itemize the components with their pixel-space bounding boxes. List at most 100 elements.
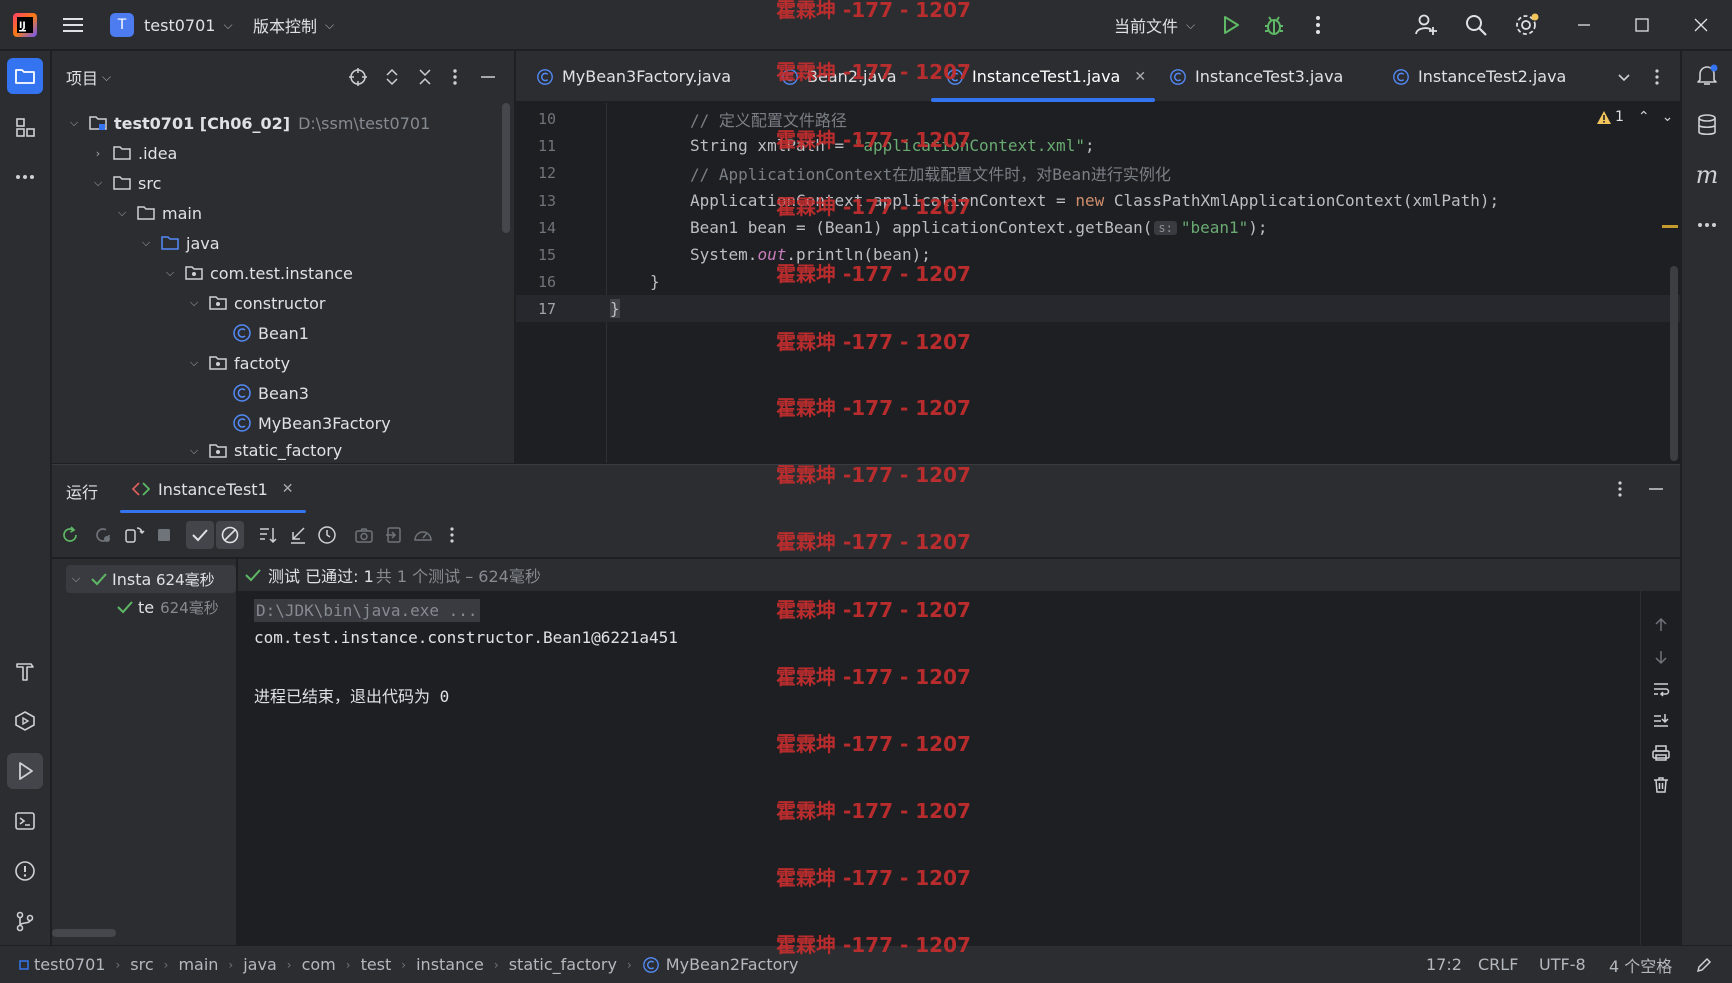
tree-item-mybean3factory[interactable]: MyBean3Factory xyxy=(226,408,391,438)
chevron-down-icon[interactable]: ⌵ xyxy=(68,572,84,586)
soft-wrap-icon[interactable] xyxy=(1651,679,1671,699)
tab-instancetest2[interactable]: InstanceTest2.java xyxy=(1392,51,1566,102)
test-suite-row[interactable]: ⌵ Insta 624毫秒 xyxy=(66,565,236,593)
locate-target-icon[interactable] xyxy=(348,67,368,87)
close-window-icon[interactable] xyxy=(1693,0,1709,50)
settings-gear-icon[interactable] xyxy=(1514,0,1540,50)
rerun-failed-icon[interactable] xyxy=(89,521,117,549)
problems-icon[interactable] xyxy=(7,853,43,889)
tree-item-bean3[interactable]: Bean3 xyxy=(226,378,309,408)
chevron-down-icon[interactable]: ⌵ xyxy=(138,236,154,250)
test-tree-scrollbar[interactable] xyxy=(52,929,116,937)
warning-stripe-marker[interactable] xyxy=(1662,225,1678,228)
breadcrumb-item[interactable]: main xyxy=(178,955,218,974)
toggle-auto-test-icon[interactable] xyxy=(120,521,148,549)
test-case-row[interactable]: te 624毫秒 xyxy=(116,593,219,621)
import-tests-icon[interactable] xyxy=(284,521,312,549)
project-scrollbar[interactable] xyxy=(502,103,510,233)
app-logo-icon[interactable]: IJ xyxy=(12,0,38,50)
print-icon[interactable] xyxy=(1651,743,1671,763)
tab-mybean3factory[interactable]: MyBean3Factory.java xyxy=(536,51,731,102)
add-user-icon[interactable] xyxy=(1414,0,1438,50)
run-button[interactable] xyxy=(1221,0,1241,50)
chevron-right-icon[interactable]: › xyxy=(90,147,106,160)
tab-options-kebab-icon[interactable] xyxy=(1649,51,1665,102)
minimize-window-icon[interactable] xyxy=(1576,0,1592,50)
maven-icon[interactable]: m xyxy=(1689,157,1725,193)
tree-item-package-root[interactable]: ⌵ com.test.instance xyxy=(162,258,353,288)
stop-icon[interactable] xyxy=(150,521,178,549)
structure-icon[interactable] xyxy=(7,109,43,145)
breadcrumb-item[interactable]: java xyxy=(243,955,277,974)
history-clock-icon[interactable] xyxy=(313,521,341,549)
breadcrumb-item[interactable]: test0701 xyxy=(34,955,105,974)
editor-scrollbar[interactable] xyxy=(1670,266,1678,461)
options-kebab-icon[interactable] xyxy=(445,67,465,87)
tree-item-java[interactable]: ⌵ java xyxy=(138,228,220,258)
chevron-down-icon[interactable]: ⌄ xyxy=(1662,109,1674,125)
git-branch-icon[interactable] xyxy=(7,903,43,939)
tree-item-idea[interactable]: › .idea xyxy=(90,138,178,168)
sort-icon[interactable] xyxy=(254,521,282,549)
chevron-down-icon[interactable]: ⌵ xyxy=(186,444,202,458)
search-icon[interactable] xyxy=(1464,0,1488,50)
project-panel-title[interactable]: 项目 xyxy=(66,65,98,89)
chevron-down-icon[interactable]: ⌵ xyxy=(186,356,202,370)
tab-instancetest1[interactable]: InstanceTest1.java ✕ xyxy=(946,51,1146,102)
expand-all-icon[interactable] xyxy=(382,67,402,87)
breadcrumb-item[interactable]: com xyxy=(302,955,336,974)
export-icon[interactable] xyxy=(380,521,408,549)
chevron-down-icon[interactable]: ⌵ xyxy=(114,206,130,220)
breadcrumb-item[interactable]: instance xyxy=(416,955,484,974)
tree-item-factoty[interactable]: ⌵ factoty xyxy=(186,348,290,378)
tree-item-static-factory[interactable]: ⌵ static_factory xyxy=(186,438,342,463)
camera-icon[interactable] xyxy=(350,521,378,549)
clear-trash-icon[interactable] xyxy=(1651,775,1671,795)
breadcrumb-item[interactable]: static_factory xyxy=(509,955,617,974)
notifications-bell-icon[interactable] xyxy=(1689,57,1725,93)
tree-item-src[interactable]: ⌵ src xyxy=(90,168,162,198)
caret-position[interactable]: 17:2 xyxy=(1426,955,1462,974)
run-config-selector[interactable]: 当前文件 ⌵ xyxy=(1114,0,1195,50)
arrow-up-icon[interactable] xyxy=(1651,615,1671,635)
more-actions-icon[interactable] xyxy=(1308,0,1328,50)
maximize-window-icon[interactable] xyxy=(1634,0,1650,50)
chevron-down-icon[interactable]: ⌵ xyxy=(90,176,106,190)
chevron-down-icon[interactable]: ⌵ xyxy=(102,70,111,85)
breadcrumb-item[interactable]: test xyxy=(361,955,392,974)
build-hammer-icon[interactable] xyxy=(7,653,43,689)
tree-item-module-root[interactable]: ⌵ test0701 [Ch06_02] D:\ssm\test0701 xyxy=(66,108,430,138)
chevron-down-icon[interactable]: ⌵ xyxy=(162,266,178,280)
chevron-down-icon[interactable]: ⌵ xyxy=(186,296,202,310)
chevron-down-icon[interactable]: ⌵ xyxy=(66,116,82,130)
coverage-gauge-icon[interactable] xyxy=(409,521,437,549)
hide-panel-icon[interactable] xyxy=(478,67,498,87)
close-tab-icon[interactable]: ✕ xyxy=(282,481,294,497)
collapse-all-icon[interactable] xyxy=(415,67,435,87)
scroll-to-end-icon[interactable] xyxy=(1651,711,1671,731)
tree-item-bean1[interactable]: Bean1 xyxy=(226,318,309,348)
more-tools-icon[interactable] xyxy=(7,159,43,195)
run-config-tab[interactable]: InstanceTest1 ✕ xyxy=(132,465,293,513)
run-tool-icon[interactable] xyxy=(7,753,43,789)
show-ignored-icon[interactable] xyxy=(216,521,244,549)
main-menu-icon[interactable] xyxy=(60,0,86,50)
rerun-icon[interactable] xyxy=(56,521,84,549)
line-separator[interactable]: CRLF xyxy=(1478,955,1518,974)
services-icon[interactable] xyxy=(7,703,43,739)
database-icon[interactable] xyxy=(1689,107,1725,143)
read-only-pencil-icon[interactable] xyxy=(1695,956,1713,974)
arrow-down-icon[interactable] xyxy=(1651,647,1671,667)
terminal-icon[interactable] xyxy=(7,803,43,839)
chevron-up-icon[interactable]: ⌃ xyxy=(1638,109,1650,125)
tab-instancetest3[interactable]: InstanceTest3.java xyxy=(1169,51,1343,102)
inspections-widget[interactable]: 1 ⌃ ⌄ xyxy=(1596,109,1673,125)
tab-close-icon[interactable]: ✕ xyxy=(1134,69,1146,85)
options-kebab-icon[interactable] xyxy=(1612,479,1628,499)
project-tool-folder-icon[interactable] xyxy=(7,58,43,94)
debug-bug-icon[interactable] xyxy=(1263,0,1285,50)
more-tools-icon[interactable] xyxy=(1689,207,1725,243)
indent-setting[interactable]: 4 个空格 xyxy=(1609,953,1672,977)
vcs-menu[interactable]: 版本控制 ⌵ xyxy=(253,0,334,50)
show-passed-icon[interactable] xyxy=(186,521,214,549)
